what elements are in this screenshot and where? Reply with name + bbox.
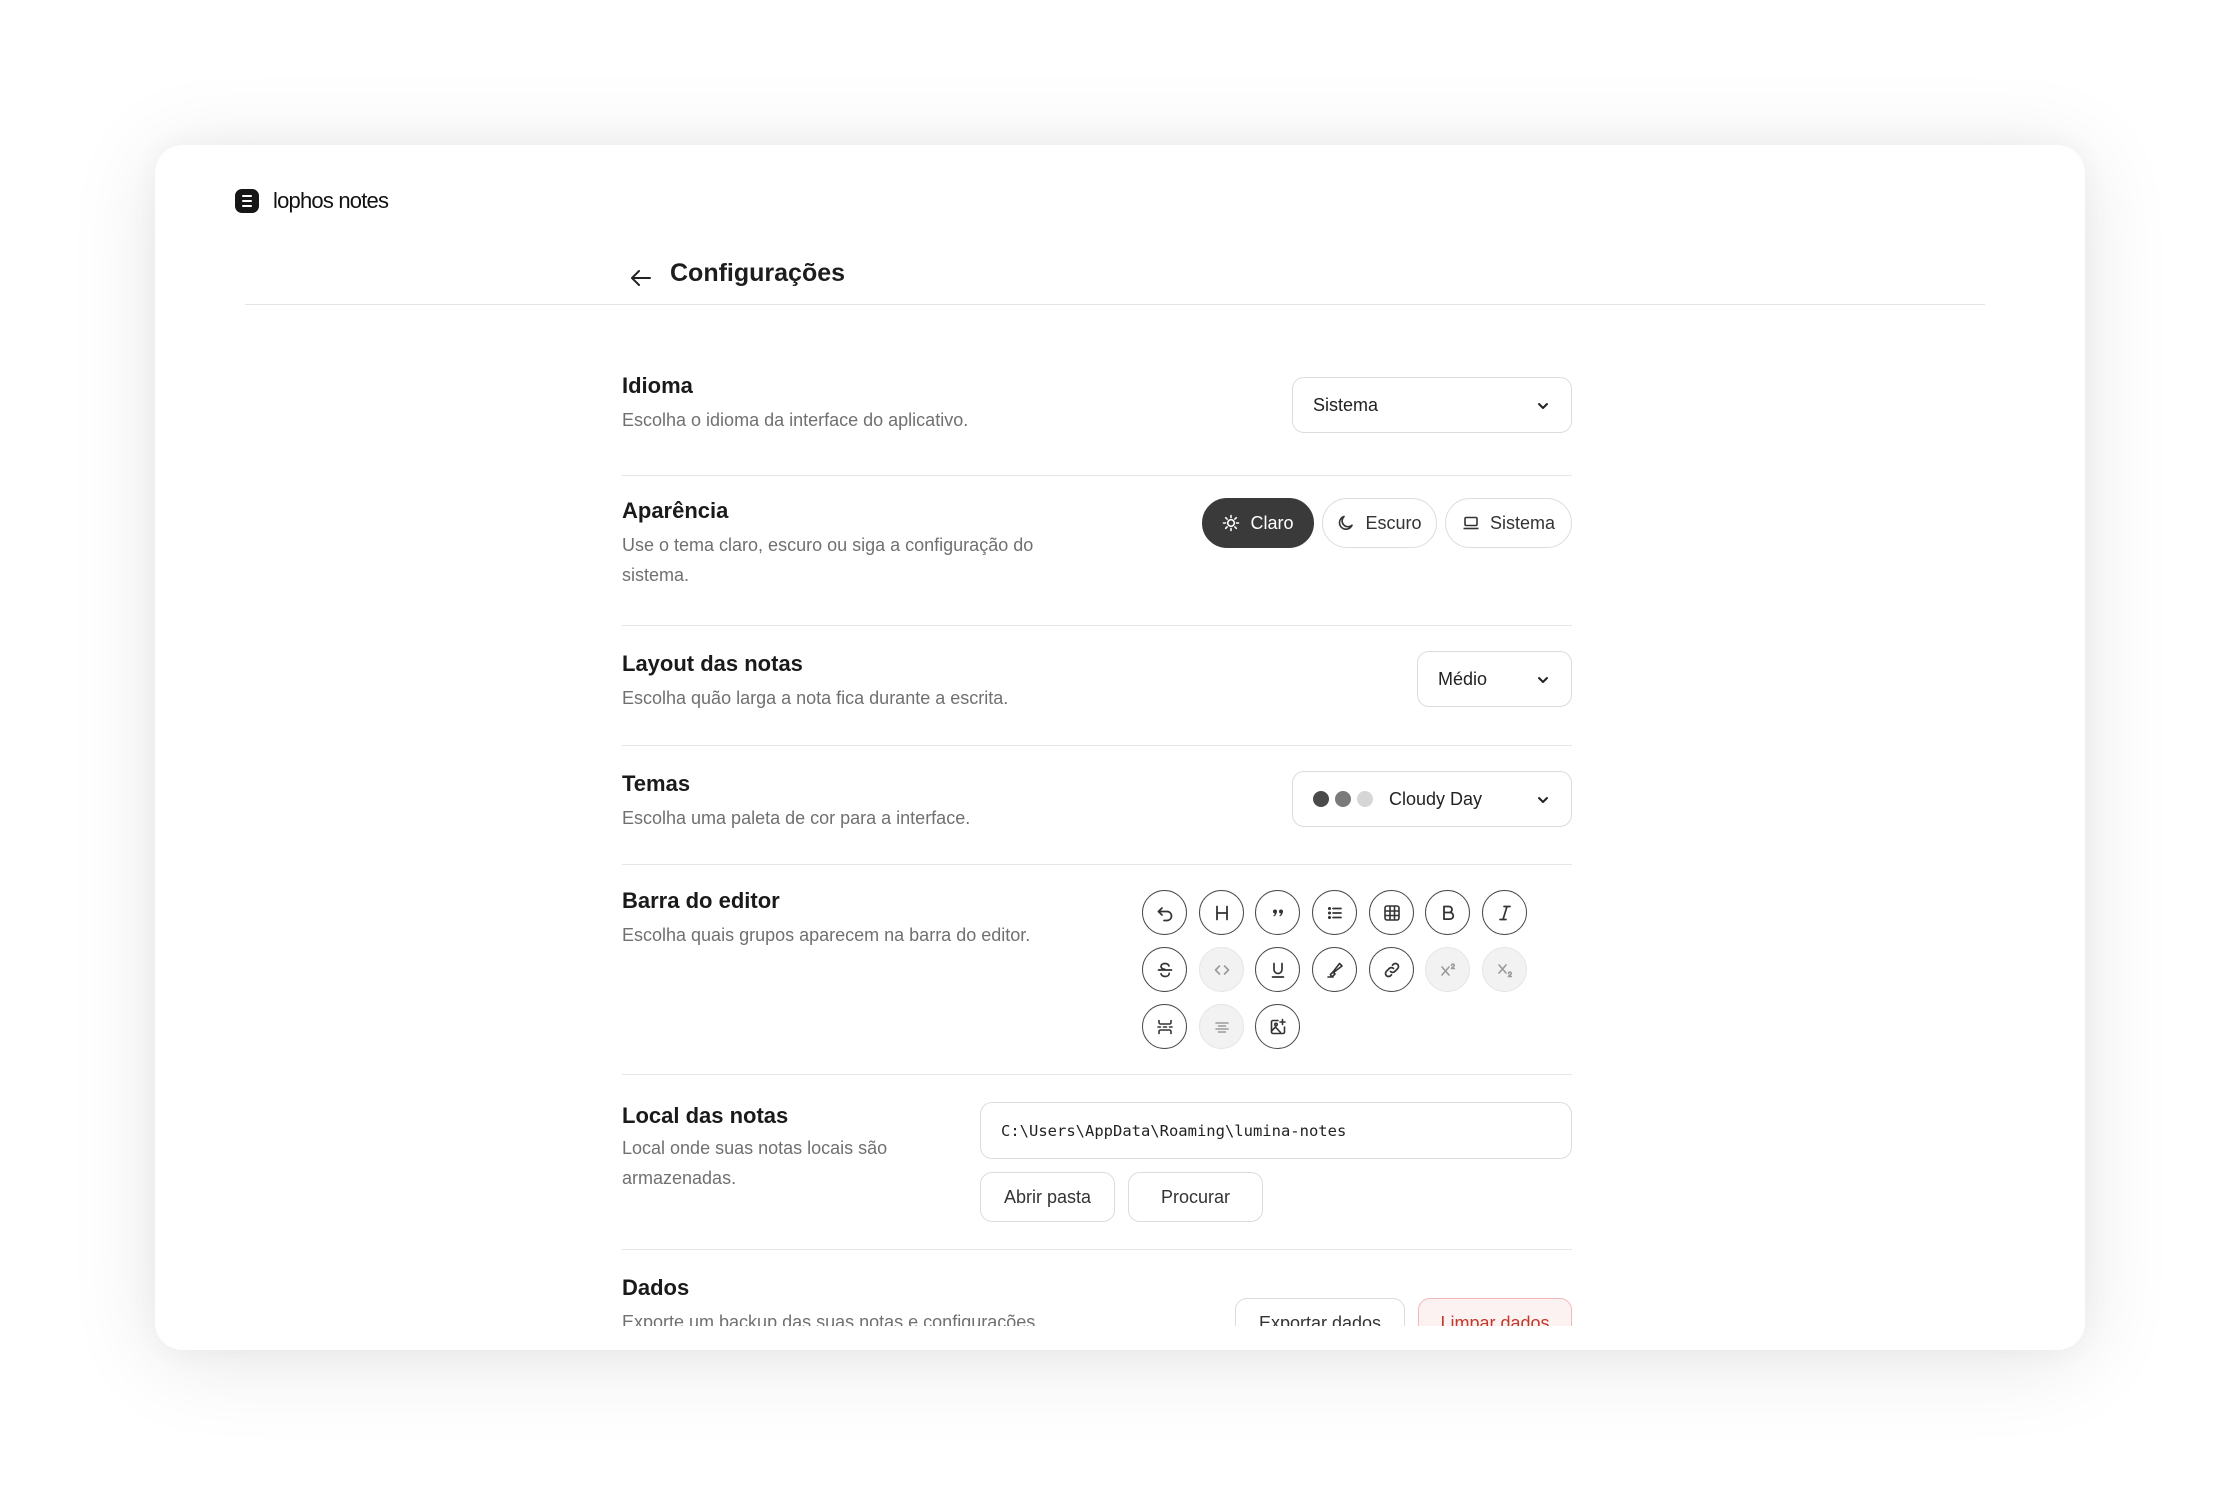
setting-title: Dados: [622, 1275, 690, 1300]
setting-title: Barra do editor: [622, 888, 780, 913]
laptop-icon: [1463, 516, 1479, 530]
description-line: Local onde suas notas locais são: [622, 1138, 888, 1158]
app-name: lophos notes: [273, 188, 389, 213]
setting-themes: Temas Escolha uma paleta de cor para a i…: [622, 746, 1572, 865]
layout-select-value: Médio: [1438, 668, 1488, 689]
setting-description: Escolha quais grupos aparecem na barra d…: [622, 925, 1031, 945]
moon-icon: [1339, 515, 1354, 530]
setting-description: Escolha o idioma da interface do aplicat…: [622, 410, 969, 430]
tool-quote[interactable]: [1255, 890, 1300, 935]
palette-swatch: [1335, 791, 1351, 807]
setting-appearance: Aparência Use o tema claro, escuro ou si…: [622, 476, 1572, 626]
setting-title: Temas: [622, 771, 691, 796]
setting-description: Escolha quão larga a nota fica durante a…: [622, 688, 1009, 708]
browse-button[interactable]: Procurar: [1128, 1172, 1263, 1222]
quote-icon: [1272, 909, 1283, 916]
setting-description: Local onde suas notas locais são armazen…: [622, 1133, 887, 1193]
app-window: lophos notes Configurações Idioma Escolh…: [155, 145, 2085, 1350]
code-icon: [1214, 964, 1229, 975]
link-icon: [1384, 962, 1399, 977]
chevron-down-icon: [1538, 403, 1548, 409]
table-icon: [1383, 904, 1400, 921]
theme-select-value: Cloudy Day: [1389, 788, 1483, 809]
underline-icon: [1271, 962, 1284, 978]
tool-italic[interactable]: [1482, 890, 1527, 935]
tool-subscript[interactable]: [1482, 947, 1527, 992]
palette-swatches: [1313, 791, 1373, 807]
open-folder-button[interactable]: Abrir pasta: [980, 1172, 1115, 1222]
setting-layout: Layout das notas Escolha quão larga a no…: [622, 626, 1572, 746]
scroll-fade: [155, 1326, 2085, 1350]
tool-bold[interactable]: [1425, 890, 1470, 935]
theme-palette-select[interactable]: Cloudy Day: [1292, 771, 1572, 827]
notes-path-field[interactable]: C:\Users\AppData\Roaming\lumina-notes: [980, 1102, 1572, 1159]
palette-swatch: [1313, 791, 1329, 807]
tool-page-break[interactable]: [1142, 1004, 1187, 1049]
setting-language: Idioma Escolha o idioma da interface do …: [622, 350, 1572, 476]
tool-align-center[interactable]: [1199, 1004, 1244, 1049]
description-line: sistema.: [622, 565, 690, 585]
tool-link[interactable]: [1369, 947, 1414, 992]
setting-notes-location: Local das notas Local onde suas notas lo…: [622, 1075, 1572, 1250]
palette-swatch: [1357, 791, 1373, 807]
image-icon: [1270, 1018, 1286, 1034]
highlighter-icon: [1326, 962, 1343, 978]
heading-icon: [1215, 905, 1228, 920]
setting-title: Local das notas: [622, 1103, 789, 1128]
arrow-left-icon: [631, 270, 651, 286]
chevron-down-icon: [1538, 797, 1548, 803]
page-title: Configurações: [670, 259, 846, 287]
tool-heading[interactable]: [1199, 890, 1244, 935]
setting-description: Use o tema claro, escuro ou siga a confi…: [622, 530, 1033, 590]
description-line: Use o tema claro, escuro ou siga a confi…: [622, 535, 1034, 555]
superscript-icon: [1440, 962, 1455, 976]
tool-table[interactable]: [1369, 890, 1414, 935]
setting-title: Layout das notas: [622, 651, 803, 676]
align-center-icon: [1214, 1021, 1229, 1033]
tool-strikethrough[interactable]: [1142, 947, 1187, 992]
tool-image[interactable]: [1255, 1004, 1300, 1049]
theme-option-light[interactable]: Claro: [1202, 498, 1314, 548]
option-label: Escuro: [1365, 512, 1422, 533]
strikethrough-icon: [1157, 962, 1172, 977]
option-label: Sistema: [1489, 512, 1556, 533]
undo-icon: [1157, 906, 1172, 921]
tool-underline[interactable]: [1255, 947, 1300, 992]
language-select[interactable]: Sistema: [1292, 377, 1572, 433]
italic-icon: [1498, 905, 1511, 920]
bold-icon: [1442, 905, 1454, 920]
setting-title: Idioma: [622, 373, 693, 398]
back-button[interactable]: [625, 265, 657, 291]
setting-description: Escolha uma paleta de cor para a interfa…: [622, 808, 971, 828]
tool-code[interactable]: [1199, 947, 1244, 992]
theme-option-system[interactable]: Sistema: [1445, 498, 1572, 548]
description-line: armazenadas.: [622, 1168, 737, 1188]
option-label: Claro: [1250, 512, 1294, 533]
setting-title: Aparência: [622, 498, 729, 523]
subscript-icon: [1497, 963, 1512, 977]
setting-editor-bar: Barra do editor Escolha quais grupos apa…: [622, 865, 1572, 1075]
page-header: Configurações: [245, 245, 1985, 305]
tool-highlighter[interactable]: [1312, 947, 1357, 992]
language-select-value: Sistema: [1313, 394, 1379, 415]
theme-option-dark[interactable]: Escuro: [1322, 498, 1437, 548]
chevron-down-icon: [1538, 677, 1548, 683]
notes-logo-icon: [235, 189, 259, 213]
tool-list[interactable]: [1312, 890, 1357, 935]
settings-list: Idioma Escolha o idioma da interface do …: [622, 350, 1572, 1350]
tool-undo[interactable]: [1142, 890, 1187, 935]
tool-superscript[interactable]: [1425, 947, 1470, 992]
page-break-icon: [1156, 1019, 1173, 1034]
list-icon: [1327, 906, 1342, 919]
sun-icon: [1223, 514, 1240, 532]
brand: lophos notes: [235, 188, 389, 214]
layout-select[interactable]: Médio: [1417, 651, 1572, 707]
